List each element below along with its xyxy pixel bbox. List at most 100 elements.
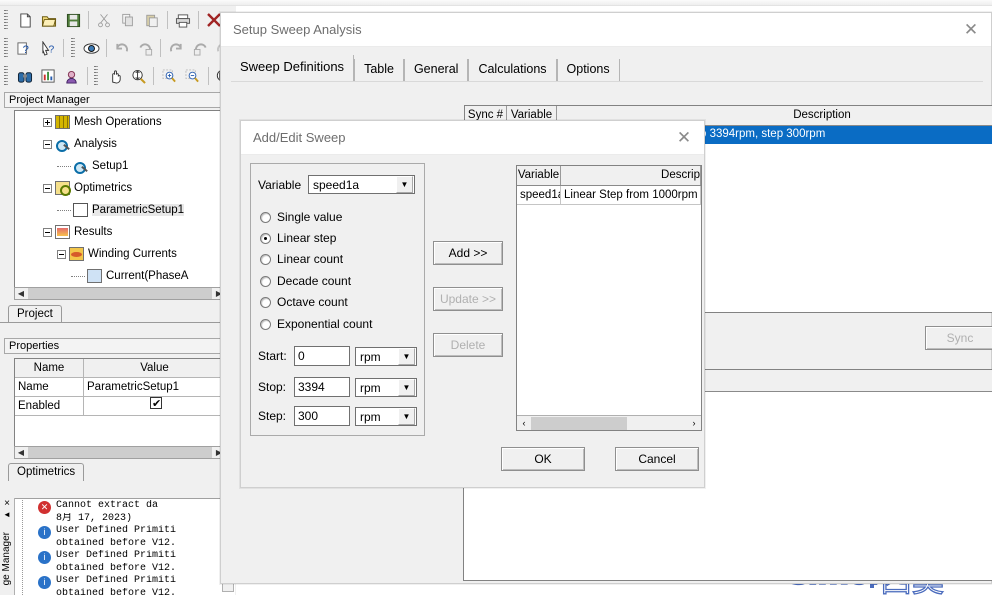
radio-button-icon[interactable] [260, 318, 271, 330]
radio-linear-step[interactable]: Linear step [260, 231, 336, 245]
zoom-dynamic-icon[interactable] [127, 64, 151, 88]
start-input[interactable]: 0 [294, 346, 350, 366]
message-row[interactable]: i User Defined Primiti obtained before V12… [38, 575, 233, 595]
close-icon[interactable]: ✕ [951, 15, 991, 45]
radio-linear-count[interactable]: Linear count [260, 252, 343, 266]
step-input[interactable]: 300 [294, 406, 350, 426]
properties-row[interactable]: Name ParametricSetup1 [15, 378, 225, 397]
start-unit-dropdown[interactable]: rpm ▼ [355, 347, 417, 366]
radio-button-icon[interactable] [260, 211, 271, 223]
stop-input[interactable]: 3394 [294, 377, 350, 397]
tab-general[interactable]: General [403, 59, 469, 81]
enabled-checkbox[interactable] [150, 397, 162, 413]
update-sweep-button[interactable]: Update >> [433, 287, 503, 311]
tab-options[interactable]: Options [556, 59, 620, 81]
help-pointer-icon[interactable]: ? [36, 36, 60, 60]
radio-button-icon[interactable] [260, 253, 271, 265]
project-tree-hscrollbar[interactable]: ◀ ▶ [14, 287, 226, 300]
tab-sweep-definitions[interactable]: Sweep Definitions [231, 55, 355, 81]
list-column-header[interactable]: Descrip [561, 166, 701, 185]
eye-icon[interactable] [80, 36, 104, 60]
toolbar-grip-icon[interactable] [3, 66, 10, 86]
add-sweep-button[interactable]: Add >> [433, 241, 503, 265]
collapse-icon[interactable] [43, 183, 52, 193]
toolbar-grip-icon[interactable] [3, 10, 10, 30]
collapse-icon[interactable] [57, 249, 66, 259]
tree-item-mesh-operations[interactable]: Mesh Operations [15, 111, 225, 133]
redo-all-icon[interactable] [188, 36, 212, 60]
property-value[interactable]: ParametricSetup1 [84, 378, 225, 397]
scroll-thumb[interactable] [28, 288, 212, 299]
list-item[interactable]: speed1a Linear Step from 1000rpm to [517, 186, 701, 205]
pan-hand-icon[interactable] [103, 64, 127, 88]
property-value[interactable] [84, 397, 225, 416]
scroll-left-icon[interactable]: ◀ [15, 289, 27, 298]
collapse-icon[interactable] [43, 227, 52, 237]
tree-item-parametricsetup1[interactable]: ParametricSetup1 [15, 199, 225, 221]
undo-icon[interactable] [110, 36, 134, 60]
properties-column-header[interactable]: Value [84, 359, 225, 378]
zoom-out-icon[interactable] [181, 64, 205, 88]
sweep-dialog-titlebar[interactable]: Setup Sweep Analysis ✕ [221, 13, 991, 47]
scroll-thumb[interactable] [531, 416, 627, 430]
tab-table[interactable]: Table [354, 59, 404, 81]
tab-calculations[interactable]: Calculations [468, 59, 557, 81]
chart-icon[interactable] [36, 64, 60, 88]
toolbar-grip-icon[interactable] [93, 66, 101, 86]
message-row[interactable]: ✕ Cannot extract da 8月 17, 2023) [38, 500, 233, 525]
expand-icon[interactable] [43, 117, 52, 127]
save-icon[interactable] [61, 8, 85, 32]
properties-column-header[interactable]: Name [15, 359, 84, 378]
sweep-entries-list[interactable]: Variable Descrip speed1a Linear Step from 1… [516, 165, 702, 431]
copy-icon[interactable] [116, 8, 140, 32]
radio-exponential-count[interactable]: Exponential count [260, 317, 372, 331]
chevron-down-icon[interactable]: ▼ [398, 408, 415, 425]
radio-button-icon[interactable] [260, 296, 271, 308]
undo-all-icon[interactable] [134, 36, 158, 60]
properties-tab-strip[interactable]: Optimetrics [8, 463, 85, 481]
scroll-left-icon[interactable]: ◀ [15, 448, 27, 457]
scroll-thumb[interactable] [28, 447, 212, 458]
tree-item-winding-currents[interactable]: Winding Currents [15, 243, 225, 265]
list-column-header[interactable]: Variable [517, 166, 561, 185]
close-icon[interactable]: × [0, 498, 14, 510]
toolbar-grip-icon[interactable] [3, 38, 10, 58]
collapse-icon[interactable] [43, 139, 52, 149]
chevron-down-icon[interactable]: ▼ [398, 379, 415, 396]
variable-dropdown[interactable]: speed1a ▼ [308, 175, 415, 194]
cancel-button[interactable]: Cancel [615, 447, 699, 471]
binocular-icon[interactable] [13, 64, 37, 88]
stop-unit-dropdown[interactable]: rpm ▼ [355, 378, 417, 397]
chevron-down-icon[interactable]: ▼ [396, 176, 413, 193]
tree-item-setup1[interactable]: Setup1 [15, 155, 225, 177]
help-doc-icon[interactable]: ? [13, 36, 37, 60]
tree-item-analysis[interactable]: Analysis [15, 133, 225, 155]
sweep-dialog-tabs[interactable]: Sweep Definitions Table General Calculation… [231, 55, 620, 81]
tree-item-current-phasea[interactable]: Current(PhaseA [15, 265, 225, 287]
new-file-icon[interactable] [13, 8, 37, 32]
toolbar-grip-icon[interactable] [69, 38, 77, 58]
radio-single-value[interactable]: Single value [260, 210, 342, 224]
chevron-down-icon[interactable]: ▼ [398, 348, 415, 365]
properties-row[interactable]: Enabled [15, 397, 225, 416]
tab-project[interactable]: Project [8, 305, 62, 323]
zoom-in-icon[interactable] [157, 64, 181, 88]
message-list[interactable]: ✕ Cannot extract da 8月 17, 2023) i User Defi… [38, 500, 233, 595]
radio-decade-count[interactable]: Decade count [260, 274, 351, 288]
delete-sweep-button[interactable]: Delete [433, 333, 503, 357]
message-row[interactable]: i User Defined Primiti obtained before V12… [38, 525, 233, 550]
ok-button[interactable]: OK [501, 447, 585, 471]
properties-hscrollbar[interactable]: ◀ ▶ [14, 446, 226, 459]
collapse-icon[interactable]: ◄ [0, 510, 14, 520]
scroll-right-icon[interactable]: › [687, 418, 701, 428]
cut-icon[interactable] [92, 8, 116, 32]
radio-octave-count[interactable]: Octave count [260, 295, 348, 309]
redo-icon[interactable] [164, 36, 188, 60]
project-tree[interactable]: Mesh Operations Analysis Setup1 Optimetrics… [14, 110, 226, 288]
close-icon[interactable]: ✕ [664, 123, 704, 153]
target-icon[interactable] [60, 64, 84, 88]
sync-button[interactable]: Sync [925, 326, 992, 350]
project-tab-strip[interactable]: Project [8, 305, 62, 323]
tree-item-results[interactable]: Results [15, 221, 225, 243]
list-hscrollbar[interactable]: ‹ › [517, 415, 701, 430]
